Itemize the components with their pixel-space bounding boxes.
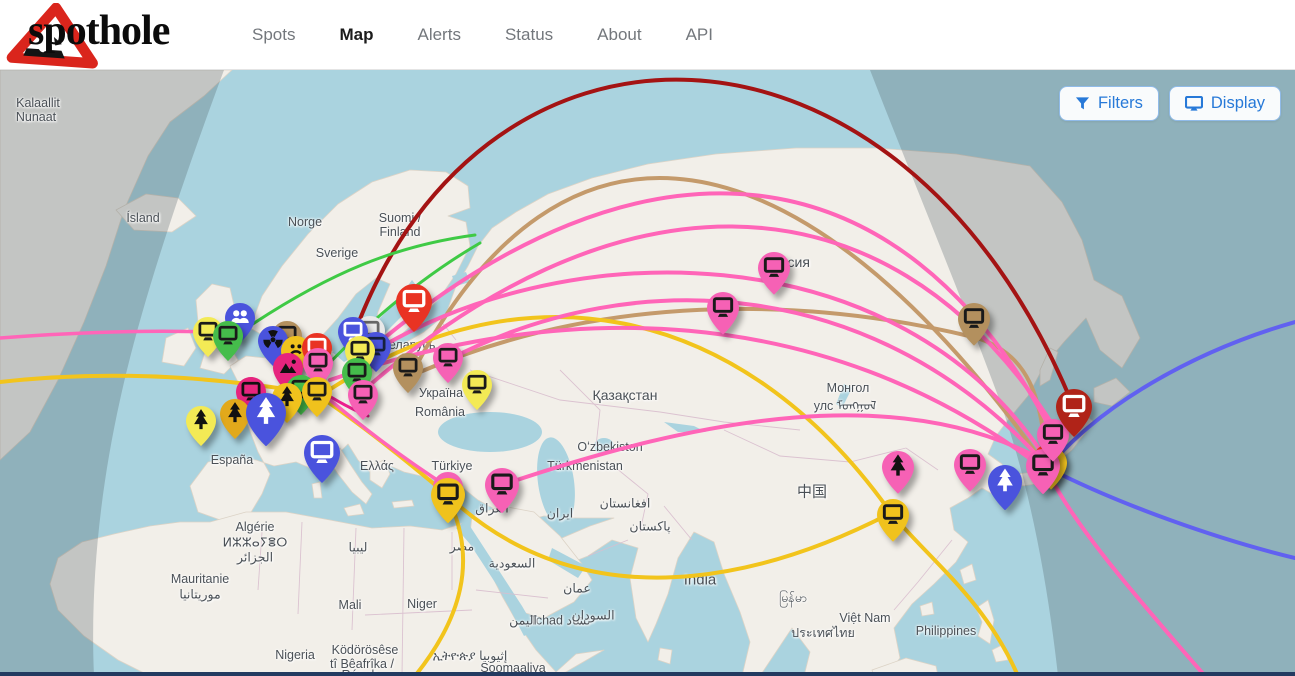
filters-button[interactable]: Filters — [1059, 86, 1159, 121]
map-pin-tree[interactable] — [186, 406, 216, 446]
map-pin-monitor[interactable] — [431, 478, 465, 523]
map-pin-monitor[interactable] — [213, 321, 243, 361]
filter-icon — [1075, 96, 1090, 111]
map-pin-monitor[interactable] — [304, 435, 340, 483]
world-basemap — [0, 70, 1295, 676]
map-pin-tree[interactable] — [988, 465, 1022, 510]
filters-label: Filters — [1098, 94, 1143, 113]
map-pin-monitor[interactable] — [877, 499, 909, 542]
app-header: spothole Spots Map Alerts Status About API — [0, 0, 1295, 70]
map-pin-tree[interactable] — [882, 451, 914, 494]
brand-title: spothole — [28, 10, 169, 52]
map-pin-monitor[interactable] — [462, 370, 492, 410]
nav-item-map[interactable]: Map — [339, 25, 373, 45]
display-icon — [1185, 96, 1203, 112]
map-controls: Filters Display — [1059, 86, 1281, 121]
footer-bar — [0, 672, 1295, 676]
map-view[interactable]: KalaallitNunaatÍslandNorgeSverigeSuomi /… — [0, 70, 1295, 676]
nav-item-alerts[interactable]: Alerts — [417, 25, 460, 45]
map-pin-monitor[interactable] — [1056, 389, 1092, 437]
map-pin-monitor[interactable] — [393, 353, 423, 393]
map-pin-monitor[interactable] — [485, 468, 519, 513]
map-pin-monitor[interactable] — [958, 303, 990, 346]
brand-logo[interactable]: spothole — [0, 0, 210, 70]
map-pin-monitor[interactable] — [758, 252, 790, 295]
map-pin-monitor[interactable] — [302, 377, 332, 417]
map-pin-monitor[interactable] — [433, 343, 463, 383]
map-pin-monitor[interactable] — [707, 292, 739, 335]
nav-item-spots[interactable]: Spots — [252, 25, 295, 45]
map-pin-monitor[interactable] — [396, 284, 432, 332]
map-pin-monitor[interactable] — [954, 449, 986, 492]
display-label: Display — [1211, 94, 1265, 113]
sea-black — [438, 412, 542, 452]
display-button[interactable]: Display — [1169, 86, 1281, 121]
main-nav: Spots Map Alerts Status About API — [252, 25, 713, 45]
map-pin-tree[interactable] — [246, 393, 286, 446]
nav-item-api[interactable]: API — [686, 25, 713, 45]
map-pin-monitor[interactable] — [348, 380, 378, 420]
nav-item-status[interactable]: Status — [505, 25, 553, 45]
nav-item-about[interactable]: About — [597, 25, 641, 45]
